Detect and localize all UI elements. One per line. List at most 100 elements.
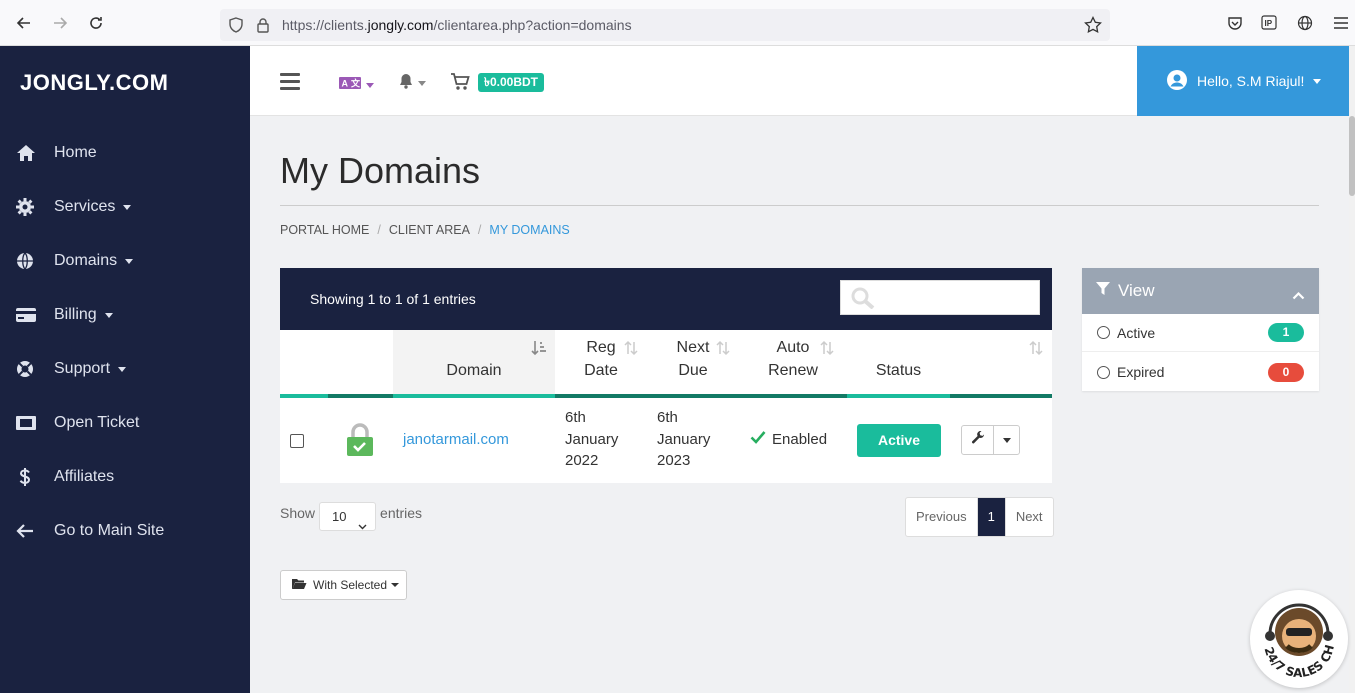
sidebar-item-affiliates[interactable]: Affiliates — [0, 457, 250, 497]
reg-date-cell: 6th January 2022 — [565, 409, 619, 469]
previous-page-button[interactable]: Previous — [906, 498, 978, 536]
browser-toolbar: https://clients.jongly.com/clientarea.ph… — [0, 0, 1355, 46]
chevron-down-icon — [125, 258, 134, 264]
column-header-reg-date[interactable]: Reg Date — [555, 330, 647, 398]
arrow-left-icon — [0, 523, 54, 539]
sidebar-item-label: Affiliates — [54, 468, 115, 485]
globe-extension-icon[interactable] — [1296, 14, 1314, 32]
sort-icon — [1028, 340, 1044, 363]
page-size-select[interactable]: 10 — [319, 502, 377, 531]
sidebar-item-services[interactable]: Services — [0, 187, 250, 227]
active-count-badge: 1 — [1268, 323, 1304, 342]
page-size-control: Show 10 entries — [280, 502, 422, 531]
ip-extension-icon[interactable]: IP — [1261, 14, 1279, 32]
chevron-down-icon — [418, 81, 426, 86]
breadcrumb-separator: / — [377, 223, 381, 237]
expired-count-badge: 0 — [1268, 362, 1304, 382]
filter-active[interactable]: Active 1 — [1082, 314, 1319, 352]
sidebar-item-open-ticket[interactable]: Open Ticket — [0, 403, 250, 443]
sidebar-item-domains[interactable]: Domains — [0, 241, 250, 281]
reload-icon[interactable] — [86, 13, 106, 33]
sidebar: JONGLY.COM Home Services Domains Billing… — [0, 46, 250, 693]
svg-text:文: 文 — [350, 78, 361, 89]
menu-icon[interactable] — [1332, 14, 1350, 32]
dollar-icon — [0, 468, 54, 486]
column-header-ssl — [328, 330, 393, 398]
chevron-up-icon[interactable] — [1292, 285, 1305, 305]
chevron-down-icon — [123, 204, 132, 210]
column-header-auto-renew[interactable]: Auto Renew — [739, 330, 847, 398]
sort-descending-icon — [531, 340, 547, 363]
user-menu[interactable]: Hello, S.M Riajul! — [1137, 46, 1355, 116]
sidebar-item-label: Support — [54, 360, 111, 377]
chevron-down-icon — [104, 312, 113, 318]
table-toolbar: Showing 1 to 1 of 1 entries — [280, 268, 1052, 330]
next-page-button[interactable]: Next — [1004, 498, 1053, 536]
chevron-down-icon — [391, 583, 400, 587]
cart-total-badge[interactable]: ৳0.00BDT — [478, 73, 544, 92]
domain-link[interactable]: janotarmail.com — [403, 429, 509, 451]
manage-domain-button[interactable] — [962, 426, 995, 454]
column-header-actions[interactable] — [950, 330, 1052, 398]
sidebar-item-support[interactable]: Support — [0, 349, 250, 389]
breadcrumb-portal-home[interactable]: PORTAL HOME — [280, 223, 369, 237]
cart-icon[interactable] — [450, 73, 470, 96]
manage-dropdown-button[interactable] — [994, 426, 1019, 454]
pocket-icon[interactable] — [1226, 14, 1244, 32]
table-search-input[interactable] — [840, 280, 1040, 315]
column-header-status[interactable]: Status — [847, 330, 950, 398]
brand-logo[interactable]: JONGLY.COM — [20, 70, 168, 96]
chevron-down-icon — [1002, 437, 1011, 443]
notifications-button[interactable] — [398, 73, 426, 94]
manage-button-group — [961, 425, 1020, 455]
filter-expired[interactable]: Expired 0 — [1082, 353, 1319, 391]
breadcrumb: PORTAL HOME / CLIENT AREA / MY DOMAINS — [280, 223, 570, 237]
sort-icon — [819, 340, 835, 363]
back-icon[interactable] — [14, 13, 34, 33]
column-header-checkbox — [280, 330, 328, 398]
language-selector[interactable]: A文 — [339, 76, 374, 94]
check-icon — [750, 429, 766, 451]
sidebar-item-label: Open Ticket — [54, 414, 140, 431]
url-bar[interactable]: https://clients.jongly.com/clientarea.ph… — [220, 9, 1110, 41]
sales-chat-widget[interactable]: 24/7 SALES CHAT — [1246, 579, 1348, 688]
sidebar-item-home[interactable]: Home — [0, 133, 250, 173]
page-scrollbar[interactable] — [1349, 46, 1355, 693]
radio-button[interactable] — [1097, 365, 1110, 379]
column-header-next-due[interactable]: Next Due — [647, 330, 739, 398]
with-selected-button[interactable]: With Selected — [280, 570, 407, 600]
sidebar-item-billing[interactable]: Billing — [0, 295, 250, 335]
show-label: Show — [280, 504, 316, 521]
chevron-down-icon — [118, 366, 127, 372]
sidebar-item-label: Billing — [54, 306, 97, 323]
row-checkbox[interactable] — [290, 434, 304, 448]
entries-label: entries — [380, 504, 423, 521]
chevron-down-icon — [1313, 78, 1322, 84]
globe-icon — [0, 252, 54, 270]
url-text[interactable]: https://clients.jongly.com/clientarea.ph… — [282, 17, 632, 33]
search-icon — [851, 287, 877, 314]
bookmark-star-icon[interactable] — [1084, 15, 1102, 39]
scrollbar-thumb[interactable] — [1349, 116, 1355, 196]
radio-button[interactable] — [1097, 326, 1110, 339]
sidebar-item-main-site[interactable]: Go to Main Site — [0, 511, 250, 551]
sort-icon — [715, 340, 731, 363]
view-panel-header[interactable]: View — [1082, 268, 1319, 314]
view-filter-panel: View Active 1 Expired 0 — [1082, 268, 1319, 391]
credit-card-icon — [0, 307, 54, 323]
page-1-button[interactable]: 1 — [977, 498, 1005, 536]
column-header-domain[interactable]: Domain — [393, 330, 555, 398]
life-ring-icon — [0, 360, 54, 378]
breadcrumb-separator: / — [477, 223, 482, 237]
breadcrumb-client-area[interactable]: CLIENT AREA — [389, 223, 470, 237]
shield-icon[interactable] — [228, 17, 244, 38]
chevron-down-icon — [358, 512, 367, 539]
sidebar-item-label: Services — [54, 198, 116, 215]
title-divider — [280, 205, 1319, 206]
hamburger-menu-icon[interactable] — [280, 73, 300, 94]
lock-icon[interactable] — [256, 17, 270, 38]
sidebar-item-label: Go to Main Site — [54, 522, 165, 539]
forward-icon[interactable] — [50, 13, 70, 33]
auto-renew-cell: Enabled — [750, 429, 827, 451]
ssl-lock-icon[interactable] — [346, 423, 374, 462]
